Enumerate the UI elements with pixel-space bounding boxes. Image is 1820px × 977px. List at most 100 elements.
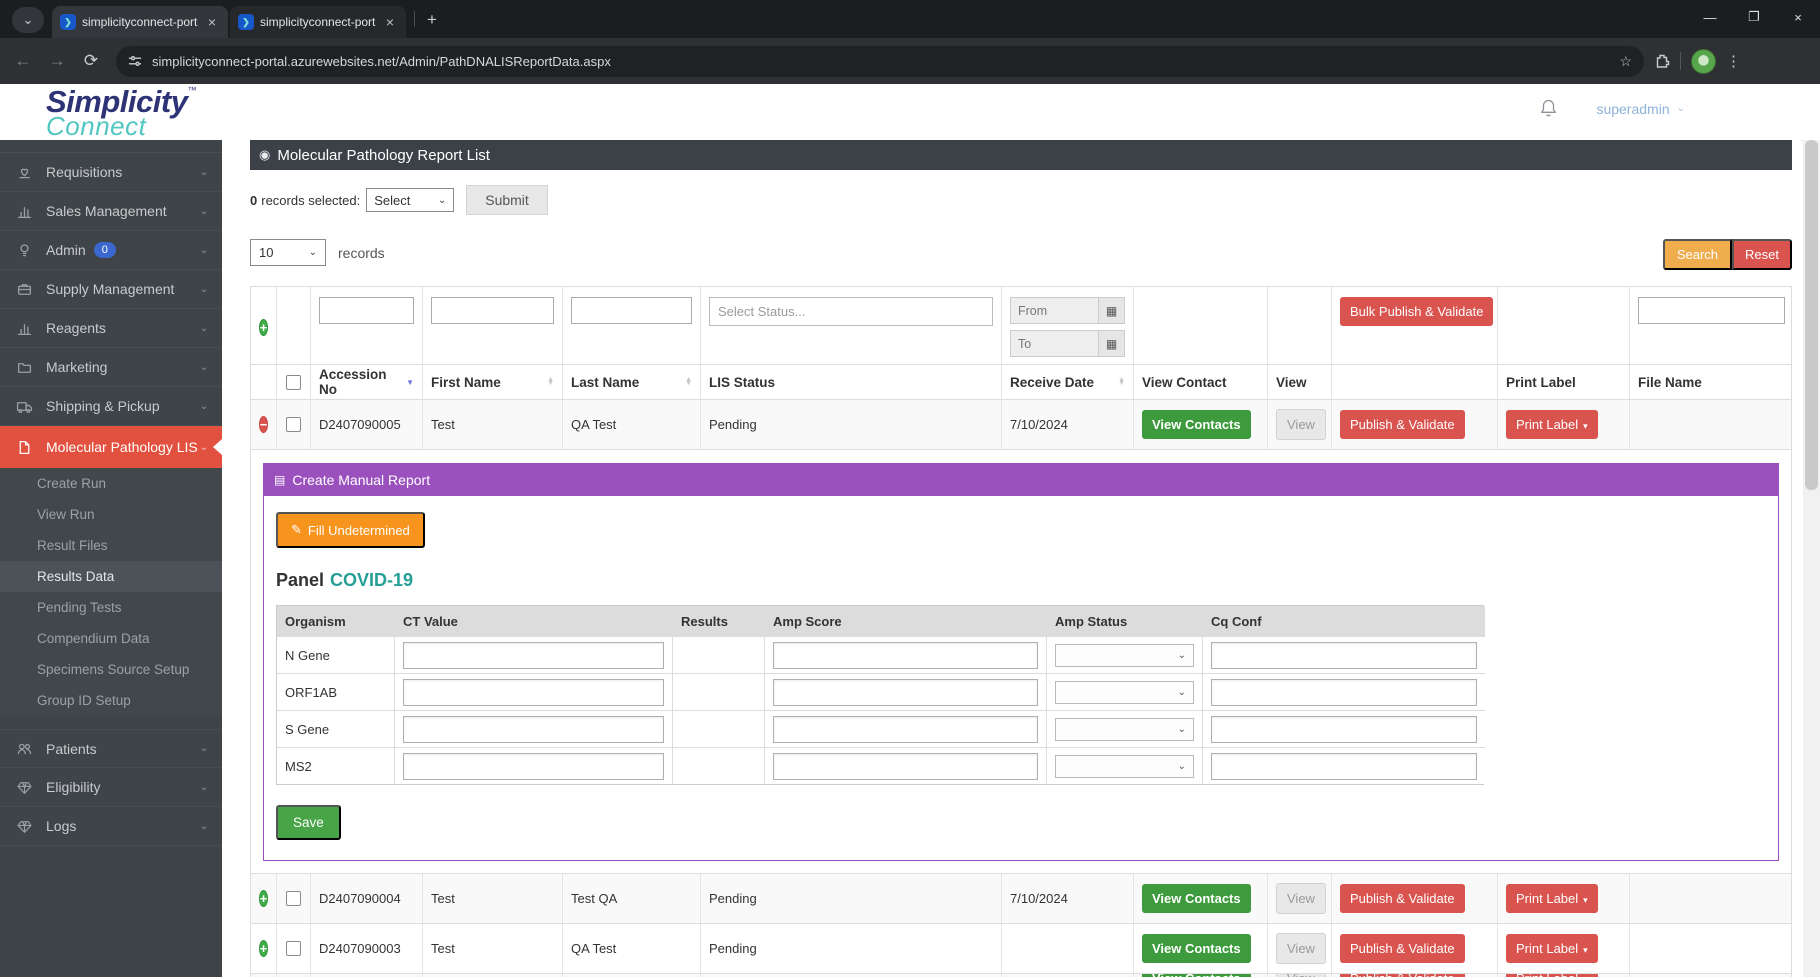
ct-value-input[interactable] <box>403 715 664 743</box>
submenu-item-specimens-source-setup[interactable]: Specimens Source Setup <box>0 654 222 685</box>
row-checkbox[interactable] <box>286 941 301 956</box>
publish-validate-button[interactable]: Publish & Validate <box>1340 410 1465 439</box>
amp-score-input[interactable] <box>773 678 1038 706</box>
site-settings-icon[interactable] <box>128 54 142 68</box>
sidebar-item-reagents[interactable]: Reagents ⌄ <box>0 309 222 348</box>
collapse-row-icon[interactable]: − <box>258 416 269 433</box>
cq-conf-input[interactable] <box>1211 752 1477 780</box>
save-button[interactable]: Save <box>276 805 341 840</box>
amp-score-input[interactable] <box>773 752 1038 780</box>
sidebar-item-sales-management[interactable]: Sales Management ⌄ <box>0 192 222 231</box>
expand-row-icon[interactable]: + <box>258 940 269 957</box>
status-filter-input[interactable] <box>709 297 993 326</box>
publish-validate-button[interactable]: Publish & Validate <box>1340 934 1465 963</box>
restore-button[interactable]: ❐ <box>1732 0 1776 34</box>
amp-score-input[interactable] <box>773 641 1038 669</box>
ct-value-input[interactable] <box>403 678 664 706</box>
column-header-first-name[interactable]: First Name ▲ ▼ <box>423 365 563 399</box>
last-name-filter-input[interactable] <box>571 297 692 324</box>
column-header-receive-date[interactable]: Receive Date ▲ ▼ <box>1002 365 1134 399</box>
view-button[interactable]: View <box>1276 883 1326 914</box>
minimize-button[interactable]: — <box>1688 0 1732 34</box>
view-contacts-button[interactable]: View Contacts <box>1142 934 1251 963</box>
submenu-item-create-run[interactable]: Create Run <box>0 468 222 499</box>
expand-row-icon[interactable]: + <box>258 890 269 907</box>
publish-validate-button[interactable]: Publish & Validate <box>1340 884 1465 913</box>
search-button[interactable]: Search <box>1662 239 1733 270</box>
sidebar-item-shipping-pickup[interactable]: Shipping & Pickup ⌄ <box>0 387 222 426</box>
cq-conf-input[interactable] <box>1211 715 1477 743</box>
cq-conf-input[interactable] <box>1211 678 1477 706</box>
submenu-item-view-run[interactable]: View Run <box>0 499 222 530</box>
sidebar-item-admin[interactable]: Admin 0 ⌄ <box>0 231 222 270</box>
calendar-icon[interactable]: ▦ <box>1098 330 1125 357</box>
submenu-item-result-files[interactable]: Result Files <box>0 530 222 561</box>
row-checkbox[interactable] <box>286 891 301 906</box>
sidebar-item-logs[interactable]: Logs ⌄ <box>0 807 222 846</box>
calendar-icon[interactable]: ▦ <box>1098 297 1125 324</box>
expand-filter-icon[interactable]: + <box>258 319 269 336</box>
new-tab-button[interactable]: + <box>427 10 437 30</box>
close-button[interactable]: × <box>1776 0 1820 34</box>
browser-menu-icon[interactable]: ⋮ <box>1726 52 1741 70</box>
view-contacts-button[interactable]: View Contacts <box>1142 410 1251 439</box>
submenu-item-compendium-data[interactable]: Compendium Data <box>0 623 222 654</box>
amp-status-select[interactable]: ⌄ <box>1055 717 1194 741</box>
file-name-filter-input[interactable] <box>1638 297 1785 324</box>
page-title-bar: ◉ Molecular Pathology Report List <box>250 140 1792 170</box>
select-all-checkbox[interactable] <box>286 374 301 390</box>
forward-button[interactable]: → <box>40 51 74 71</box>
bulk-publish-validate-button[interactable]: Bulk Publish & Validate <box>1340 297 1494 326</box>
tab-search-button[interactable]: ⌄ <box>12 7 44 33</box>
date-from-input[interactable] <box>1010 297 1098 324</box>
sidebar-item-marketing[interactable]: Marketing ⌄ <box>0 348 222 387</box>
tab-close-icon[interactable]: × <box>382 14 398 30</box>
profile-avatar[interactable] <box>1691 48 1716 74</box>
cq-conf-input[interactable] <box>1211 641 1477 669</box>
fill-undetermined-button[interactable]: ✎ Fill Undetermined <box>276 512 425 548</box>
extensions-icon[interactable] <box>1654 53 1670 69</box>
amp-score-input[interactable] <box>773 715 1038 743</box>
sidebar-item-patients[interactable]: Patients ⌄ <box>0 729 222 768</box>
tab-close-icon[interactable]: × <box>204 14 220 30</box>
amp-status-select[interactable]: ⌄ <box>1055 643 1194 667</box>
column-header-accession[interactable]: Accession No ▼ <box>311 365 423 399</box>
sidebar-item-requisitions[interactable]: Requisitions ⌄ <box>0 153 222 192</box>
back-button[interactable]: ← <box>6 51 40 71</box>
browser-tab-2[interactable]: ❯ simplicityconnect-portal.azurew × <box>230 6 406 38</box>
date-to-input[interactable] <box>1010 330 1098 357</box>
vertical-scrollbar[interactable] <box>1803 140 1820 977</box>
ct-value-input[interactable] <box>403 752 664 780</box>
user-menu[interactable]: superadmin ⌄ <box>1596 101 1685 117</box>
sidebar-item-supply-management[interactable]: Supply Management ⌄ <box>0 270 222 309</box>
reset-button[interactable]: Reset <box>1732 239 1792 270</box>
accession-filter-input[interactable] <box>319 297 414 324</box>
bookmark-star-icon[interactable]: ☆ <box>1619 53 1632 70</box>
bulk-action-select[interactable]: Select ⌄ <box>366 188 455 212</box>
first-name-filter-input[interactable] <box>431 297 554 324</box>
submit-button[interactable]: Submit <box>466 185 548 215</box>
vertical-scrollbar-thumb[interactable] <box>1805 140 1818 490</box>
view-button[interactable]: View <box>1276 409 1326 440</box>
ct-value-input[interactable] <box>403 641 664 669</box>
print-label-button[interactable]: Print Label▾ <box>1506 884 1598 913</box>
address-bar[interactable]: simplicityconnect-portal.azurewebsites.n… <box>116 45 1644 77</box>
submenu-item-results-data[interactable]: Results Data <box>0 561 222 592</box>
amp-status-select[interactable]: ⌄ <box>1055 754 1194 778</box>
print-label-button[interactable]: Print Label▾ <box>1506 934 1598 963</box>
submenu-item-pending-tests[interactable]: Pending Tests <box>0 592 222 623</box>
column-header-last-name[interactable]: Last Name ▲ ▼ <box>563 365 701 399</box>
sidebar-item-molecular-pathology-lis[interactable]: Molecular Pathology LIS ⌄ <box>0 426 222 468</box>
amp-status-select[interactable]: ⌄ <box>1055 680 1194 704</box>
submenu-item-group-id-setup[interactable]: Group ID Setup <box>0 685 222 716</box>
browser-tab-1[interactable]: ❯ simplicityconnect-portal.azurew × <box>52 6 228 38</box>
sidebar-item-eligibility[interactable]: Eligibility ⌄ <box>0 768 222 807</box>
records-per-page-select[interactable]: 10 ⌄ <box>250 239 326 266</box>
view-button[interactable]: View <box>1276 933 1326 964</box>
view-contacts-button[interactable]: View Contacts <box>1142 884 1251 913</box>
row-checkbox[interactable] <box>286 417 301 432</box>
column-header-lis-status[interactable]: LIS Status <box>701 365 1002 399</box>
notifications-bell-icon[interactable] <box>1539 98 1558 119</box>
print-label-button[interactable]: Print Label▾ <box>1506 410 1598 439</box>
reload-button[interactable]: ⟳ <box>74 51 108 71</box>
